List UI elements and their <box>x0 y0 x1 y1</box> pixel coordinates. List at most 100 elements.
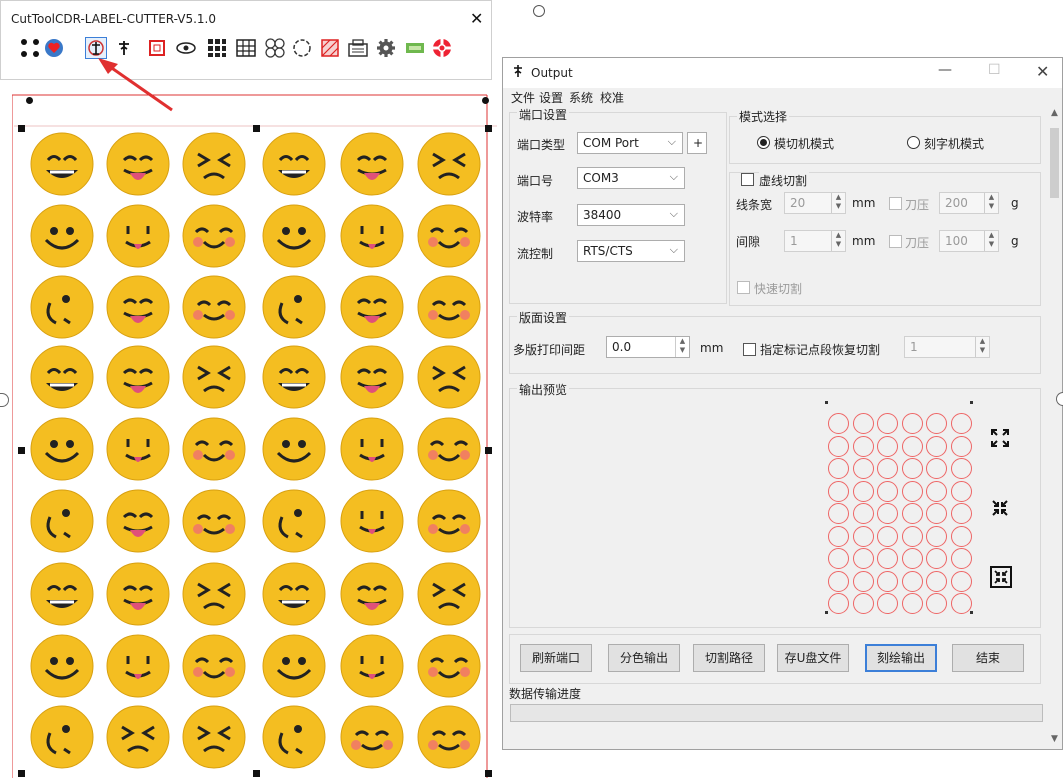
eye-icon[interactable] <box>175 37 197 59</box>
port-number-select[interactable]: COM3 ⌵ <box>577 167 685 189</box>
port-type-label: 端口类型 <box>517 138 566 152</box>
pressure1-checkbox[interactable] <box>889 197 902 210</box>
rectangle-icon[interactable] <box>146 37 168 59</box>
save-usb-button[interactable]: 存U盘文件 <box>777 644 849 672</box>
die-cut-radio[interactable] <box>757 136 770 149</box>
design-canvas[interactable] <box>12 92 502 778</box>
close-icon[interactable]: ✕ <box>470 9 483 28</box>
add-port-button[interactable]: + <box>687 132 707 154</box>
emoji-sticker <box>30 132 94 196</box>
emoji-sticker <box>262 345 326 409</box>
preview-circle <box>828 570 849 592</box>
spin-arrows[interactable]: ▲ ▼ <box>975 337 989 357</box>
maximize-button[interactable]: ☐ <box>988 62 1001 78</box>
line-width-input[interactable]: 20 ▲ ▼ <box>784 192 846 214</box>
menu-file[interactable]: 文件 <box>511 89 535 106</box>
resize-handle[interactable] <box>253 125 260 132</box>
registration-mark <box>825 611 828 614</box>
output-icon[interactable] <box>85 37 107 59</box>
preview-circle <box>877 458 898 479</box>
pressure1-input[interactable]: 200 ▲ ▼ <box>939 192 999 214</box>
mark-resume-checkbox[interactable] <box>743 343 756 356</box>
anchor-handle[interactable] <box>482 97 489 104</box>
color-output-button[interactable]: 分色输出 <box>608 644 680 672</box>
grid-dots-icon[interactable] <box>19 37 41 59</box>
mark-resume-value: 1 <box>910 340 918 354</box>
resize-handle[interactable] <box>18 125 25 132</box>
gap-value: 1 <box>790 234 798 248</box>
lifebuoy-icon[interactable] <box>431 37 453 59</box>
dashed-cut-checkbox[interactable] <box>741 173 754 186</box>
flow-control-value: RTS/CTS <box>583 244 633 258</box>
resize-handle[interactable] <box>253 770 260 777</box>
emoji-sticker <box>262 705 326 769</box>
circles-icon[interactable] <box>264 37 286 59</box>
emoji-sticker <box>417 417 481 481</box>
mark-resume-input[interactable]: 1 ▲ ▼ <box>904 336 990 358</box>
port-type-select[interactable]: COM Port ⌵ <box>577 132 683 154</box>
transfer-progress-bar <box>510 704 1043 722</box>
fit-view-icon[interactable] <box>990 566 1012 591</box>
registration-mark <box>825 401 828 404</box>
circle-dashed-icon[interactable] <box>291 37 313 59</box>
zoom-in-icon[interactable] <box>990 428 1010 451</box>
menu-calibrate[interactable]: 校准 <box>600 89 624 106</box>
cutter-icon[interactable] <box>113 37 135 59</box>
edge-handle <box>1056 392 1063 406</box>
print-icon[interactable] <box>347 37 369 59</box>
spin-arrows[interactable]: ▲ ▼ <box>675 337 689 357</box>
barcode-icon[interactable] <box>206 37 228 59</box>
line-width-label: 线条宽 <box>736 198 773 212</box>
spin-arrows[interactable]: ▲ ▼ <box>984 193 998 213</box>
hatch-icon[interactable] <box>319 37 341 59</box>
engraver-radio[interactable] <box>907 136 920 149</box>
resize-handle[interactable] <box>485 770 492 777</box>
multi-spacing-input[interactable]: 0.0 ▲ ▼ <box>606 336 690 358</box>
close-button[interactable]: ✕ <box>1036 62 1049 81</box>
minimize-button[interactable]: — <box>938 62 952 78</box>
gap-input[interactable]: 1 ▲ ▼ <box>784 230 846 252</box>
plot-output-button[interactable]: 刻绘输出 <box>865 644 937 672</box>
vertical-scrollbar[interactable]: ▲ ▼ <box>1048 106 1062 748</box>
pressure2-input[interactable]: 100 ▲ ▼ <box>939 230 999 252</box>
preview-circle <box>852 525 874 547</box>
scrollbar-thumb[interactable] <box>1050 128 1059 198</box>
heart-icon[interactable] <box>43 37 65 59</box>
resize-handle[interactable] <box>18 770 25 777</box>
menu-system[interactable]: 系统 <box>569 89 593 106</box>
unit-g: g <box>1011 196 1019 210</box>
emoji-sticker <box>182 562 246 626</box>
chip-icon[interactable] <box>404 37 426 59</box>
gear-icon[interactable] <box>375 37 397 59</box>
menu-settings[interactable]: 设置 <box>539 89 563 106</box>
pressure2-checkbox[interactable] <box>889 235 902 248</box>
emoji-sticker <box>340 489 404 553</box>
zoom-out-icon[interactable] <box>990 498 1010 521</box>
table-icon[interactable] <box>235 37 257 59</box>
end-button[interactable]: 结束 <box>952 644 1024 672</box>
preview-circle <box>926 458 947 479</box>
emoji-sticker <box>30 634 94 698</box>
port-number-label: 端口号 <box>517 174 554 188</box>
multi-spacing-value: 0.0 <box>612 340 632 354</box>
resize-handle[interactable] <box>485 125 492 132</box>
emoji-sticker <box>106 204 170 268</box>
baud-rate-select[interactable]: 38400 ⌵ <box>577 204 685 226</box>
emoji-sticker <box>106 705 170 769</box>
port-number-value: COM3 <box>583 171 619 185</box>
preview-circle <box>901 458 923 479</box>
spin-arrows[interactable]: ▲ ▼ <box>984 231 998 251</box>
anchor-handle[interactable] <box>26 97 33 104</box>
quick-cut-checkbox[interactable] <box>737 281 750 294</box>
resize-handle[interactable] <box>18 447 25 454</box>
spin-arrows[interactable]: ▲ ▼ <box>831 193 845 213</box>
refresh-port-button[interactable]: 刷新端口 <box>520 644 592 672</box>
emoji-sticker <box>417 489 481 553</box>
preview-circle <box>877 525 898 547</box>
cut-path-button[interactable]: 切割路径 <box>693 644 765 672</box>
flow-control-select[interactable]: RTS/CTS ⌵ <box>577 240 685 262</box>
layout-group-title: 版面设置 <box>517 309 570 326</box>
resize-handle[interactable] <box>485 447 492 454</box>
spin-arrows[interactable]: ▲ ▼ <box>831 231 845 251</box>
mark-resume-label: 指定标记点段恢复切割 <box>760 343 881 357</box>
